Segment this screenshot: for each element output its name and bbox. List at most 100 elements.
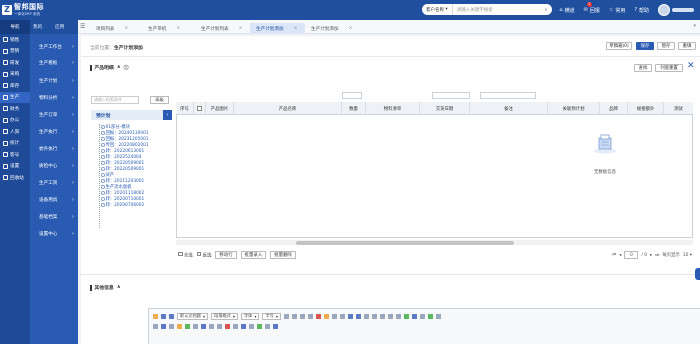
checkbox[interactable] (178, 251, 183, 257)
filter-date[interactable] (432, 92, 470, 99)
side-handle[interactable] (695, 268, 700, 280)
submenu-item[interactable]: 设置中心 › (30, 229, 78, 239)
rail-item-rnd[interactable]: 研发 (0, 57, 30, 69)
format-select[interactable]: 默认文档题 ▾ (177, 312, 209, 320)
submenu-item[interactable]: 生产订单 › (30, 110, 78, 120)
rail-item-inventory[interactable]: 库存 (0, 80, 30, 92)
indent-icon[interactable] (363, 313, 369, 319)
anchor-icon[interactable] (201, 323, 206, 329)
paragraph-select[interactable]: 段落格式 ▾ (211, 312, 238, 320)
unlink-icon[interactable] (419, 313, 425, 319)
list-icon[interactable] (347, 313, 353, 319)
rail-item-recycle[interactable]: 回收站 (0, 172, 30, 184)
tree-node[interactable]: 传回：20220802001 (101, 142, 149, 148)
save-button[interactable]: 保存 (636, 42, 654, 50)
tree-node[interactable]: 转：2022524004 (101, 154, 142, 160)
global-search[interactable]: 客户名称 ▾ 请输入关键字搜索 ⌕ (422, 4, 552, 15)
align-center-icon[interactable] (387, 313, 393, 319)
submenu-item[interactable]: 物料分析 › (30, 93, 78, 103)
submenu-item[interactable]: 生产计划 › (30, 76, 78, 86)
tree-node[interactable]: 转：20200706002 (101, 202, 144, 208)
favorites-action[interactable]: ☆ 常用 (609, 7, 626, 14)
horizontal-scrollbar[interactable] (176, 240, 693, 245)
submenu-item[interactable]: 设备用具 › (30, 195, 78, 205)
column-reset-button[interactable]: 列宽重置 (655, 64, 683, 72)
italic-icon[interactable] (291, 313, 297, 319)
per-page-select[interactable]: 10 ▾ (683, 253, 692, 258)
invert-select[interactable]: 反选 (196, 251, 211, 258)
find-replace-icon[interactable] (233, 323, 238, 329)
delete-icon[interactable] (225, 323, 230, 329)
tab-plan-add[interactable]: 生产计划添加 × (305, 23, 359, 34)
code-icon[interactable] (193, 323, 198, 329)
tree-node[interactable]: 转：20220613001 (101, 148, 144, 154)
align-right-icon[interactable] (395, 313, 401, 319)
prev-page-icon[interactable]: ◂ (619, 253, 621, 258)
submenu-item[interactable]: 生产执行 › (30, 127, 78, 137)
submenu-item[interactable]: 质检中心 › (30, 161, 78, 171)
rail-item-sales[interactable]: 销售 (0, 34, 30, 46)
undo-icon[interactable] (161, 313, 166, 319)
collapse-left-icon[interactable]: ‹ (163, 110, 172, 120)
emoji-icon[interactable] (177, 323, 182, 329)
submenu-tab-apps[interactable]: 应用 (55, 24, 64, 30)
col-checkbox[interactable] (194, 102, 206, 115)
tree-node[interactable]: 回报：20240130001 (101, 130, 149, 136)
app-logo[interactable]: Z 智邦国际 一体化ERP 系统 (2, 2, 44, 17)
submenu-item[interactable]: 生产工作台 › (30, 42, 78, 52)
font-select[interactable]: 字体 ▾ (240, 312, 260, 320)
close-icon[interactable]: × (176, 26, 180, 31)
submenu-item[interactable]: 生产工资 › (30, 178, 78, 188)
help-action[interactable]: ? 帮助 (634, 7, 649, 14)
page-input[interactable]: 0 (624, 251, 639, 259)
tab-plan-list[interactable]: 生产计划列表 × (195, 23, 250, 34)
tree-node[interactable]: 转：20211203001 (101, 178, 144, 184)
help-icon[interactable] (273, 323, 278, 329)
first-page-icon[interactable]: ⏮ (612, 252, 616, 258)
filter-remark[interactable] (480, 92, 536, 99)
find-button[interactable]: 查找 (634, 64, 652, 72)
close-icon[interactable]: ✕ (687, 61, 695, 71)
tree-node[interactable]: 转：20220509001 (101, 160, 144, 166)
tab-production-machine[interactable]: 生产带机 × (142, 23, 195, 34)
underline-icon[interactable] (299, 313, 305, 319)
checkbox[interactable] (197, 106, 202, 111)
next-page-icon[interactable]: ▸ (650, 253, 652, 258)
ordered-list-icon[interactable] (355, 313, 361, 319)
preview-icon[interactable] (249, 323, 254, 329)
submenu-item[interactable]: 委外执行 › (30, 144, 78, 154)
tree-search-input[interactable]: 请输入检索条件 (91, 96, 139, 104)
menu-action[interactable]: ⌂ 横道 (559, 7, 574, 14)
last-page-icon[interactable]: ⏭ (655, 252, 659, 258)
tree-search-button[interactable]: 高级 (150, 96, 169, 104)
tree-node[interactable]: 转：20200710001 (101, 196, 144, 202)
rail-item-marketing[interactable]: 营销 (0, 46, 30, 58)
rail-item-settings[interactable]: 设置 (0, 161, 30, 173)
tab-project-list[interactable]: 项目列表 × (90, 23, 142, 34)
tab-menu-icon[interactable]: ▾ (693, 23, 696, 29)
rail-item-office[interactable]: 办公 (0, 115, 30, 127)
search-icon[interactable]: ⌕ (540, 7, 552, 13)
tree-node[interactable]: 生产流水面板 (101, 184, 131, 190)
tree-node[interactable]: 试产 (101, 172, 114, 178)
submenu-tab-mine[interactable]: 我的 (33, 24, 42, 30)
source-icon[interactable] (153, 313, 158, 319)
paste-icon[interactable] (161, 323, 166, 329)
close-icon[interactable]: × (239, 26, 243, 31)
align-left-icon[interactable] (379, 313, 385, 319)
close-icon[interactable]: × (349, 26, 353, 31)
scrollbar-thumb[interactable] (296, 240, 514, 245)
close-icon[interactable]: × (124, 26, 128, 31)
bold-icon[interactable] (283, 313, 289, 319)
spellcheck-icon[interactable] (265, 323, 270, 329)
reset-button[interactable]: 重填 (678, 42, 696, 50)
submenu-item[interactable]: 生产看板 › (30, 58, 78, 68)
fullscreen-icon[interactable] (435, 313, 441, 319)
rail-item-purchase[interactable]: 采购 (0, 69, 30, 81)
other-section-title[interactable]: 其他信息 ∧ (90, 284, 121, 291)
messages-action[interactable]: ✉ 2 回报 (584, 1, 600, 14)
time-icon[interactable] (217, 323, 222, 329)
clear-format-icon[interactable] (153, 323, 158, 329)
batch-delete-button[interactable]: 批量删除 (270, 251, 296, 259)
font-color-icon[interactable] (315, 313, 321, 319)
